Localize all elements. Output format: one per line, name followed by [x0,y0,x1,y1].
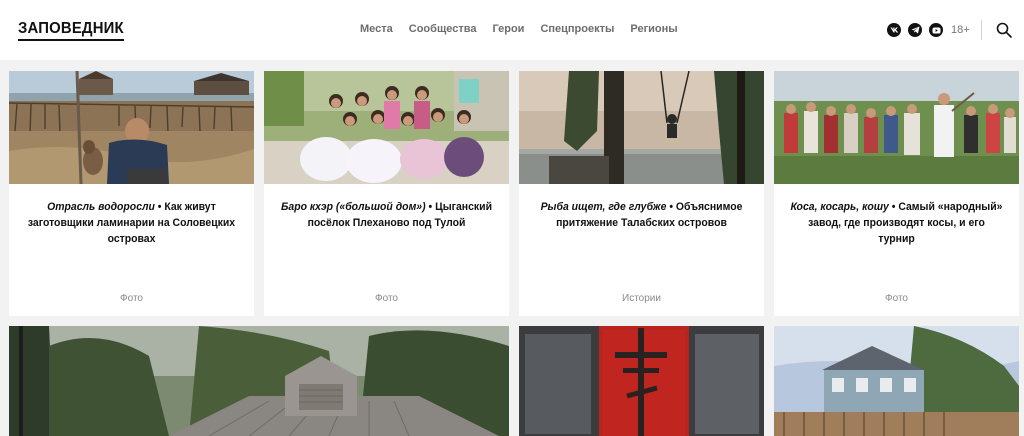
article-photo[interactable] [519,71,764,184]
site-logo[interactable]: ЗАПОВЕДНИК [18,20,124,41]
article-title-italic[interactable]: Рыба ищет, где глубже [541,201,667,213]
site-header: ЗАПОВЕДНИК Места Сообщества Герои Спецпр… [0,0,1024,60]
article-photo[interactable] [9,71,254,184]
article-photo[interactable] [774,71,1019,184]
social-links [887,23,943,37]
age-rating-badge: 18+ [951,24,970,36]
article-category[interactable]: Фото [9,293,254,304]
youtube-icon[interactable] [929,23,943,37]
article-category[interactable]: Фото [774,293,1019,304]
article-photo[interactable] [519,326,764,436]
article-title-italic[interactable]: Коса, косарь, кошу [791,201,889,213]
vk-icon[interactable] [887,23,901,37]
article-card[interactable]: Отрасль водоросли • Как живут заготовщик… [9,71,254,316]
article-card[interactable]: Коса, косарь, кошу • Самый «народный» за… [774,71,1019,316]
featured-article-photo[interactable] [9,326,509,436]
article-photo[interactable] [264,71,509,184]
nav-item-special-projects[interactable]: Спецпроекты [540,23,614,35]
article-title-italic[interactable]: Баро кхэр («большой дом») [281,201,426,213]
nav-item-heroes[interactable]: Герои [492,23,524,35]
header-divider [981,20,982,40]
article-title-italic[interactable]: Отрасль водоросли [47,201,155,213]
telegram-icon[interactable] [908,23,922,37]
article-title[interactable]: Рыба ищет, где глубже • Объяснимое притя… [535,199,749,231]
nav-item-communities[interactable]: Сообщества [409,23,477,35]
main-nav: Места Сообщества Герои Спецпроекты Регио… [360,23,678,35]
nav-item-regions[interactable]: Регионы [630,23,677,35]
article-title[interactable]: Коса, косарь, кошу • Самый «народный» за… [790,199,1004,247]
search-icon[interactable] [995,21,1013,39]
article-title[interactable]: Баро кхэр («большой дом») • Цыганский по… [280,199,494,231]
article-card[interactable]: Рыба ищет, где глубже • Объяснимое притя… [519,71,764,316]
nav-item-places[interactable]: Места [360,23,393,35]
article-title[interactable]: Отрасль водоросли • Как живут заготовщик… [25,199,239,247]
article-category[interactable]: Истории [519,293,764,304]
article-category[interactable]: Фото [264,293,509,304]
article-card[interactable]: Баро кхэр («большой дом») • Цыганский по… [264,71,509,316]
article-photo[interactable] [774,326,1019,436]
